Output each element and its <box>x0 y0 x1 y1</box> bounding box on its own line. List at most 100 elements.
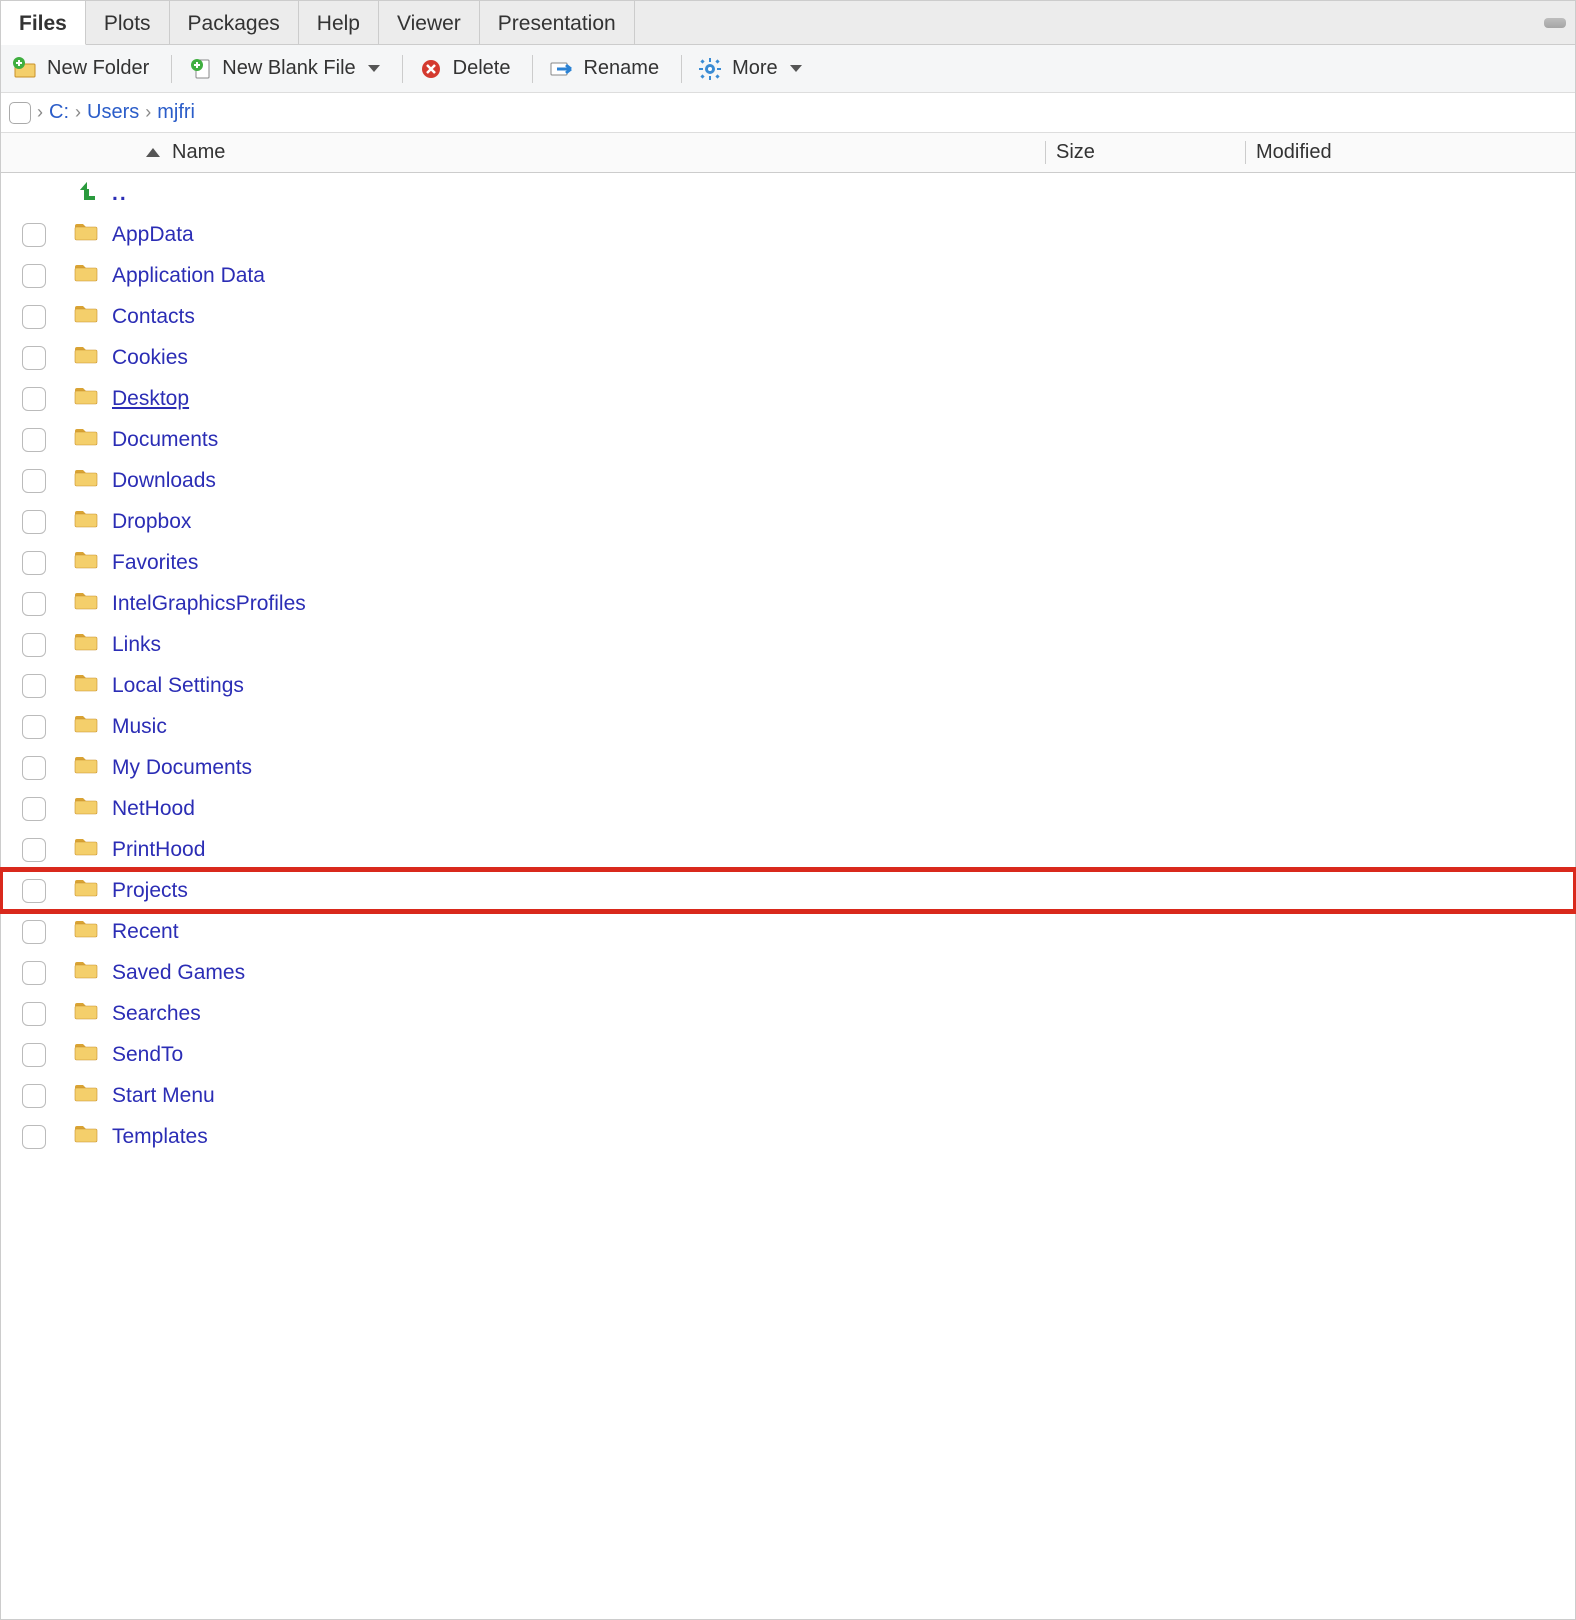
folder-link[interactable]: Templates <box>106 1125 1045 1149</box>
row-checkbox[interactable] <box>22 223 46 247</box>
row-checkbox[interactable] <box>22 551 46 575</box>
minimize-pane-button[interactable] <box>1535 1 1575 44</box>
table-row: Downloads <box>1 460 1575 501</box>
folder-icon <box>73 959 99 987</box>
rename-button[interactable]: Rename <box>545 55 669 83</box>
column-modified[interactable]: Modified <box>1245 141 1575 164</box>
row-checkbox[interactable] <box>22 264 46 288</box>
folder-icon <box>73 508 99 536</box>
folder-icon <box>73 303 99 331</box>
column-name[interactable]: Name <box>66 141 1045 164</box>
rename-icon <box>549 57 575 81</box>
folder-icon <box>73 836 99 864</box>
row-checkbox[interactable] <box>22 1084 46 1108</box>
row-checkbox[interactable] <box>22 756 46 780</box>
chevron-down-icon <box>790 65 802 72</box>
folder-link[interactable]: Documents <box>106 428 1045 452</box>
toolbar: New Folder New Blank File Delete <box>1 45 1575 93</box>
delete-button[interactable]: Delete <box>415 55 521 83</box>
row-checkbox[interactable] <box>22 1043 46 1067</box>
tab-packages[interactable]: Packages <box>170 1 299 44</box>
folder-link[interactable]: Links <box>106 633 1045 657</box>
row-checkbox[interactable] <box>22 510 46 534</box>
row-checkbox[interactable] <box>22 428 46 452</box>
folder-link[interactable]: Projects <box>106 879 1045 903</box>
toolbar-separator <box>171 55 172 83</box>
breadcrumb-segment[interactable]: mjfri <box>157 101 195 124</box>
column-name-label: Name <box>172 141 225 164</box>
row-checkbox[interactable] <box>22 715 46 739</box>
file-list: .. AppData Application Data Contacts Coo… <box>1 173 1575 1157</box>
toolbar-separator <box>681 55 682 83</box>
new-folder-button[interactable]: New Folder <box>9 55 159 83</box>
row-checkbox[interactable] <box>22 592 46 616</box>
row-checkbox[interactable] <box>22 920 46 944</box>
folder-link[interactable]: Start Menu <box>106 1084 1045 1108</box>
chevron-down-icon <box>368 65 380 72</box>
folder-link[interactable]: Recent <box>106 920 1045 944</box>
parent-dir-label[interactable]: .. <box>106 182 1045 206</box>
folder-link[interactable]: NetHood <box>106 797 1045 821</box>
toolbar-separator <box>402 55 403 83</box>
folder-icon <box>73 1041 99 1069</box>
folder-link[interactable]: Application Data <box>106 264 1045 288</box>
row-checkbox[interactable] <box>22 674 46 698</box>
folder-link[interactable]: AppData <box>106 223 1045 247</box>
folder-link[interactable]: Contacts <box>106 305 1045 329</box>
row-checkbox[interactable] <box>22 305 46 329</box>
folder-link[interactable]: My Documents <box>106 756 1045 780</box>
folder-link[interactable]: SendTo <box>106 1043 1045 1067</box>
folder-link[interactable]: Music <box>106 715 1045 739</box>
tab-presentation[interactable]: Presentation <box>480 1 635 44</box>
folder-icon <box>73 549 99 577</box>
folder-link[interactable]: Favorites <box>106 551 1045 575</box>
breadcrumb-segment[interactable]: Users <box>87 101 139 124</box>
select-all-checkbox[interactable] <box>9 102 31 124</box>
table-row: Dropbox <box>1 501 1575 542</box>
table-row: Projects <box>1 870 1575 911</box>
row-checkbox[interactable] <box>22 346 46 370</box>
folder-link[interactable]: Searches <box>106 1002 1045 1026</box>
row-checkbox[interactable] <box>22 879 46 903</box>
row-checkbox[interactable] <box>22 469 46 493</box>
row-checkbox[interactable] <box>22 633 46 657</box>
folder-link[interactable]: Local Settings <box>106 674 1045 698</box>
minimize-icon <box>1544 18 1566 28</box>
folder-link[interactable]: Dropbox <box>106 510 1045 534</box>
new-blank-file-label: New Blank File <box>222 57 355 80</box>
folder-icon <box>73 754 99 782</box>
folder-link[interactable]: Downloads <box>106 469 1045 493</box>
row-checkbox[interactable] <box>22 838 46 862</box>
folder-icon <box>73 262 99 290</box>
more-button[interactable]: More <box>694 55 812 83</box>
row-checkbox[interactable] <box>22 797 46 821</box>
row-checkbox[interactable] <box>22 387 46 411</box>
tab-viewer[interactable]: Viewer <box>379 1 480 44</box>
row-checkbox[interactable] <box>22 1125 46 1149</box>
chevron-right-icon: › <box>145 102 151 123</box>
delete-label: Delete <box>453 57 511 80</box>
tab-files[interactable]: Files <box>1 1 86 45</box>
folder-link[interactable]: Desktop <box>106 387 1045 411</box>
parent-directory-row[interactable]: .. <box>1 173 1575 214</box>
folder-icon <box>73 467 99 495</box>
folder-icon <box>73 221 99 249</box>
table-row: NetHood <box>1 788 1575 829</box>
folder-icon <box>73 1082 99 1110</box>
folder-link[interactable]: PrintHood <box>106 838 1045 862</box>
breadcrumb-segment[interactable]: C: <box>49 101 69 124</box>
row-checkbox[interactable] <box>22 961 46 985</box>
table-row: Templates <box>1 1116 1575 1157</box>
folder-icon <box>73 918 99 946</box>
tab-help[interactable]: Help <box>299 1 379 44</box>
table-row: Searches <box>1 993 1575 1034</box>
table-row: Music <box>1 706 1575 747</box>
column-size[interactable]: Size <box>1045 141 1245 164</box>
tab-plots[interactable]: Plots <box>86 1 170 44</box>
folder-icon <box>73 344 99 372</box>
row-checkbox[interactable] <box>22 1002 46 1026</box>
folder-link[interactable]: Saved Games <box>106 961 1045 985</box>
folder-link[interactable]: Cookies <box>106 346 1045 370</box>
new-blank-file-button[interactable]: New Blank File <box>184 55 389 83</box>
folder-link[interactable]: IntelGraphicsProfiles <box>106 592 1045 616</box>
